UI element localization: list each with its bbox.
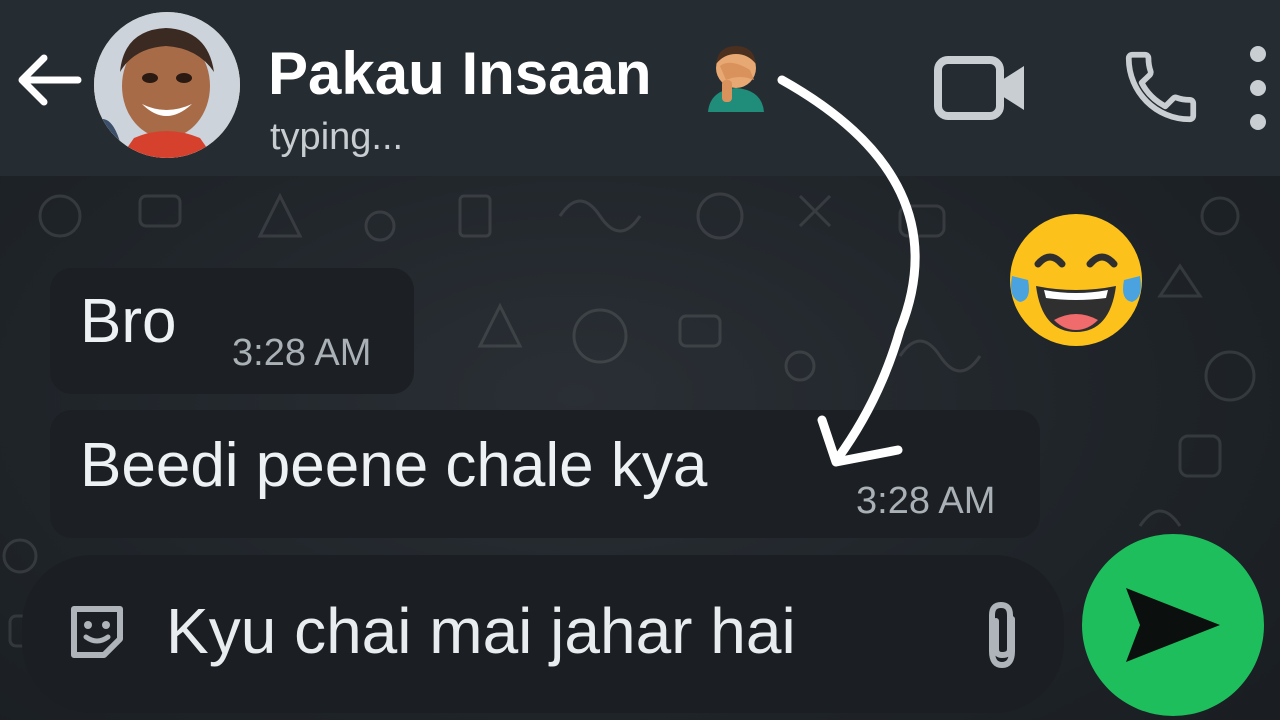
message-text: Bro bbox=[80, 287, 177, 356]
send-icon bbox=[1126, 588, 1220, 662]
avatar-photo bbox=[94, 12, 240, 158]
contact-name[interactable]: Pakau Insaan bbox=[268, 38, 652, 110]
more-vertical-icon bbox=[1250, 46, 1266, 130]
send-button[interactable] bbox=[1082, 534, 1264, 716]
back-arrow-icon bbox=[18, 54, 82, 106]
message-composer bbox=[22, 555, 1064, 713]
video-call-icon bbox=[934, 56, 1024, 120]
message-time: 3:28 AM bbox=[232, 332, 372, 374]
attach-button[interactable] bbox=[974, 597, 1030, 673]
sticker-button[interactable] bbox=[64, 599, 130, 665]
message-text: Beedi peene chale kya bbox=[80, 431, 708, 500]
paperclip-icon bbox=[989, 601, 1015, 669]
contact-status: typing... bbox=[270, 116, 404, 158]
video-call-button[interactable] bbox=[930, 48, 1030, 128]
sticker-icon bbox=[71, 606, 123, 658]
message-bubble[interactable]: Bro 3:28 AM bbox=[50, 268, 414, 394]
back-button[interactable] bbox=[12, 44, 84, 116]
phone-icon bbox=[1125, 51, 1197, 123]
contact-avatar[interactable] bbox=[94, 12, 240, 158]
tears-of-joy-icon bbox=[998, 202, 1154, 358]
facepalm-icon bbox=[700, 40, 772, 112]
chat-screen: Pakau Insaan typing... Bro 3:28 AM Beedi… bbox=[0, 0, 1280, 720]
more-options-button[interactable] bbox=[1236, 42, 1280, 134]
message-time: 3:28 AM bbox=[856, 480, 996, 522]
message-input[interactable] bbox=[166, 591, 926, 671]
chat-header: Pakau Insaan typing... bbox=[0, 0, 1280, 176]
message-bubble[interactable]: Beedi peene chale kya 3:28 AM bbox=[50, 410, 1040, 538]
voice-call-button[interactable] bbox=[1118, 44, 1204, 130]
